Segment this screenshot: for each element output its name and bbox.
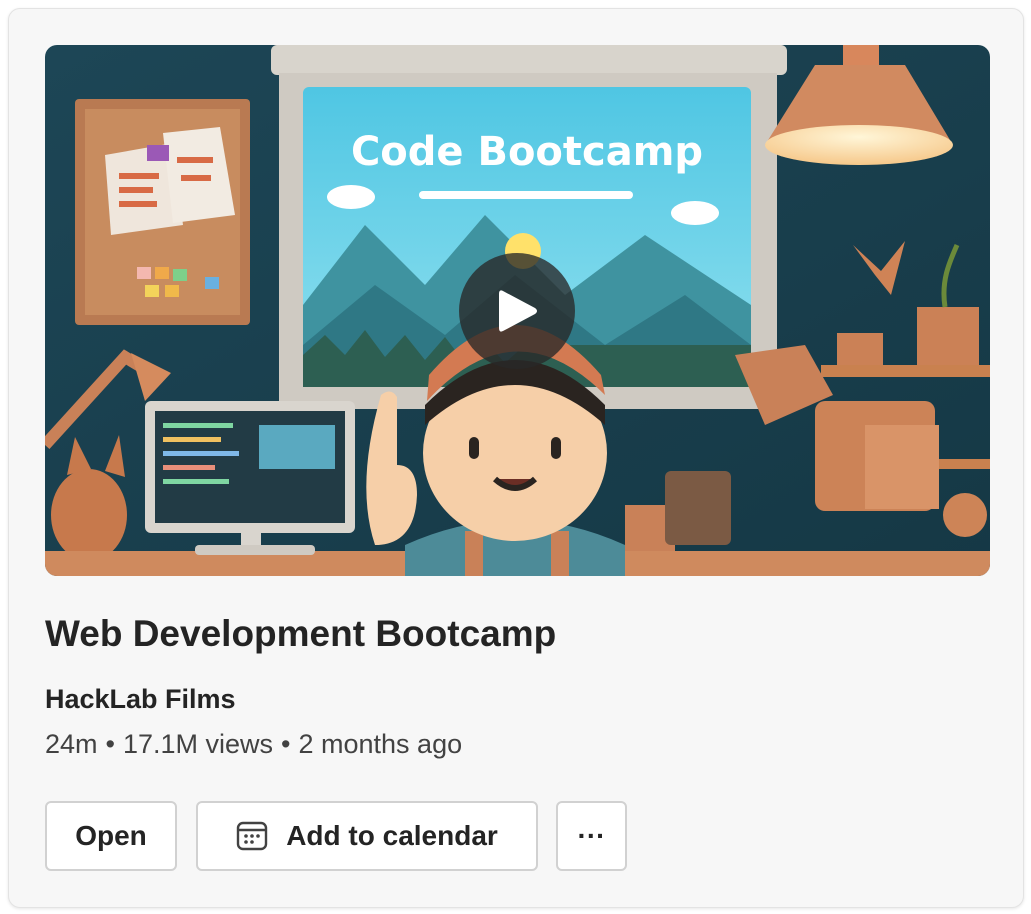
meta-separator: •	[105, 729, 115, 759]
more-options-button[interactable]: ···	[556, 801, 627, 871]
meta-separator: •	[281, 729, 291, 759]
video-metadata: 24m • 17.1M views • 2 months ago	[45, 729, 462, 760]
video-duration: 24m	[45, 729, 98, 759]
video-thumbnail[interactable]: Code Bootcamp	[45, 45, 990, 576]
add-to-calendar-button[interactable]: Add to calendar	[196, 801, 538, 871]
play-icon	[499, 290, 537, 332]
open-button[interactable]: Open	[45, 801, 177, 871]
view-count: 17.1M views	[122, 729, 274, 759]
channel-name[interactable]: HackLab Films	[45, 684, 236, 715]
more-icon: ···	[577, 820, 606, 851]
play-button[interactable]	[459, 253, 575, 369]
screen-title: Code Bootcamp	[351, 129, 703, 175]
upload-age: 2 months ago	[298, 729, 463, 759]
video-title[interactable]: Web Development Bootcamp	[45, 613, 556, 655]
add-to-calendar-label: Add to calendar	[286, 820, 498, 851]
video-card: Code Bootcamp Web Development Bootcamp H…	[8, 8, 1024, 908]
open-button-label: Open	[75, 820, 147, 851]
calendar-icon	[236, 820, 268, 852]
